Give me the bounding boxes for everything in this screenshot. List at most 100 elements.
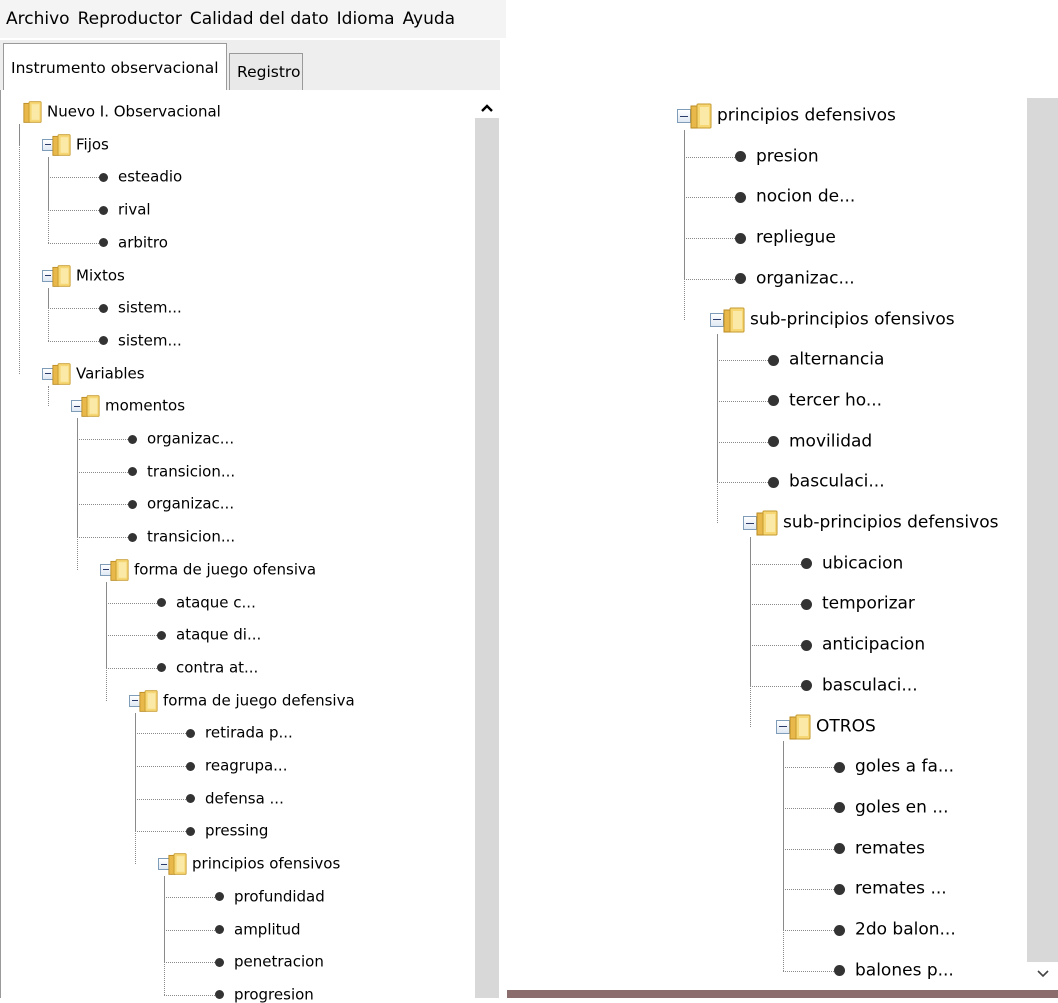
tree-connector — [783, 970, 834, 972]
tree-item-label[interactable]: reagrupa... — [205, 758, 287, 774]
tree-item-label[interactable]: remates ... — [855, 880, 947, 898]
tree-folder-label[interactable]: principios defensivos — [717, 107, 896, 125]
tree-item-label[interactable]: temporizar — [822, 595, 915, 613]
leaf-bullet-icon — [735, 232, 746, 244]
tree-item-label[interactable]: ataque di... — [176, 627, 261, 643]
tree-item-label[interactable]: esteadio — [118, 169, 182, 185]
tree-item-label[interactable]: arbitro — [118, 235, 168, 250]
tree-connector — [717, 441, 768, 443]
tree-folder-label[interactable]: Variables — [76, 366, 145, 381]
tree-item-label[interactable]: organizac... — [756, 270, 855, 287]
folder-icon — [23, 100, 42, 128]
tree-item-label[interactable]: remates — [855, 840, 925, 857]
scroll-down-icon[interactable] — [1027, 962, 1058, 986]
collapse-icon[interactable] — [776, 719, 790, 734]
tree-item-label[interactable]: rival — [118, 202, 151, 218]
tree-item-label[interactable]: anticipacion — [822, 636, 925, 654]
tree-item-label[interactable]: alternancia — [789, 351, 884, 369]
left-scrollbar[interactable] — [475, 118, 499, 998]
menu-archivo[interactable]: Archivo — [6, 9, 70, 29]
tree-item-label[interactable]: tercer ho... — [789, 392, 882, 409]
menu-reproductor[interactable]: Reproductor — [78, 9, 182, 29]
tree-folder-label[interactable]: momentos — [105, 398, 185, 414]
tree-item-label[interactable]: balones p... — [855, 962, 954, 979]
tree-item-label[interactable]: goles a fa... — [855, 758, 954, 776]
folder-icon — [52, 264, 71, 292]
tree-item-label[interactable]: contra at... — [176, 660, 258, 675]
tree-item-label[interactable]: movilidad — [789, 433, 872, 450]
tree-item-label[interactable]: repliegue — [756, 229, 836, 247]
tree-item-label[interactable]: transicion... — [147, 464, 235, 479]
leaf-bullet-icon — [157, 663, 166, 673]
menu-ayuda[interactable]: Ayuda — [403, 9, 456, 29]
leaf-bullet-icon — [99, 336, 108, 346]
collapse-icon[interactable] — [743, 516, 757, 530]
leaf-bullet-icon — [99, 172, 108, 182]
scroll-up-icon[interactable] — [475, 98, 499, 118]
right-scrollbar[interactable] — [1027, 98, 1058, 962]
tree-folder-label[interactable]: forma de juego ofensiva — [134, 562, 316, 577]
tree-item-label[interactable]: profundidad — [234, 889, 325, 904]
tree-folder-label[interactable]: OTROS — [816, 718, 876, 735]
bottom-border — [507, 990, 1058, 998]
tree-connector — [135, 712, 136, 865]
leaf-bullet-icon — [801, 680, 812, 692]
tree-connector — [717, 400, 768, 402]
tree-connector — [77, 418, 78, 570]
leaf-bullet-icon — [834, 965, 845, 977]
tree-item-label[interactable]: sistem... — [118, 333, 182, 348]
leaf-bullet-icon — [157, 598, 166, 607]
tree-item-label[interactable]: ubicacion — [822, 555, 903, 572]
tree-connector — [783, 848, 834, 850]
right-tree-panel: principios defensivos presion nocion de...… — [507, 92, 1058, 998]
tree-item-label[interactable]: nocion de... — [756, 188, 855, 206]
tree-item-label[interactable]: organizac... — [147, 431, 234, 447]
tree-item-label[interactable]: goles en ... — [855, 799, 948, 816]
tree-item-label[interactable]: ataque c... — [176, 595, 256, 610]
tree-connector — [48, 340, 99, 342]
folder-icon — [690, 102, 712, 134]
tree-item-label[interactable]: presion — [756, 148, 819, 165]
tree-item-label[interactable]: retirada p... — [205, 725, 293, 741]
tree-connector — [164, 962, 215, 964]
tree-folder-label[interactable]: sub-principios defensivos — [783, 514, 998, 532]
tree-item-label[interactable]: basculaci... — [822, 677, 918, 694]
tree-item-label[interactable]: sistem... — [118, 300, 182, 316]
tree-folder-label[interactable]: Fijos — [76, 137, 109, 152]
tree-connector — [164, 929, 215, 931]
right-tree: principios defensivos presion nocion de...… — [507, 92, 1025, 998]
tree-connector — [106, 635, 157, 637]
tree-connector — [19, 124, 20, 374]
leaf-bullet-icon — [128, 434, 137, 444]
tree-connector — [77, 504, 128, 506]
menu-calidad-del-dato[interactable]: Calidad del dato — [190, 9, 329, 29]
tree-connector — [48, 156, 49, 243]
tree-item-label[interactable]: transicion... — [147, 529, 235, 545]
tree-folder-label[interactable]: sub-principios ofensivos — [750, 311, 955, 328]
tree-item-label[interactable]: progresion — [234, 987, 314, 1002]
tree-item-label[interactable]: penetracion — [234, 954, 324, 970]
tree-item-label[interactable]: basculaci... — [789, 473, 885, 491]
leaf-bullet-icon — [801, 558, 812, 570]
tree-item-label[interactable]: pressing — [205, 823, 268, 839]
folder-icon — [756, 509, 778, 541]
tree-folder-label[interactable]: Nuevo I. Observacional — [47, 104, 221, 120]
tree-item-label[interactable]: amplitud — [234, 922, 301, 937]
tree-item-label[interactable]: defensa ... — [205, 791, 284, 806]
tab-instrumento-observacional[interactable]: Instrumento observacional — [3, 43, 227, 91]
tree-folder-label[interactable]: Mixtos — [76, 268, 125, 283]
tree-connector — [106, 602, 157, 604]
menu-idioma[interactable]: Idioma — [337, 9, 395, 29]
tree-connector — [684, 197, 735, 199]
tree-item-label[interactable]: 2do balon... — [855, 921, 956, 939]
tree-connector — [750, 685, 801, 687]
tree-folder-label[interactable]: forma de juego defensiva — [163, 693, 355, 708]
tree-folder-label[interactable]: principios ofensivos — [192, 856, 340, 872]
collapse-icon[interactable] — [710, 312, 724, 327]
collapse-icon[interactable] — [677, 109, 691, 123]
leaf-bullet-icon — [768, 476, 779, 488]
tree-item-label[interactable]: organizac... — [147, 496, 234, 512]
tab-registro[interactable]: Registro — [229, 53, 303, 90]
left-tree: Nuevo I. Observacional Fijos esteadio rival… — [1, 90, 473, 1002]
tree-connector — [77, 439, 128, 440]
